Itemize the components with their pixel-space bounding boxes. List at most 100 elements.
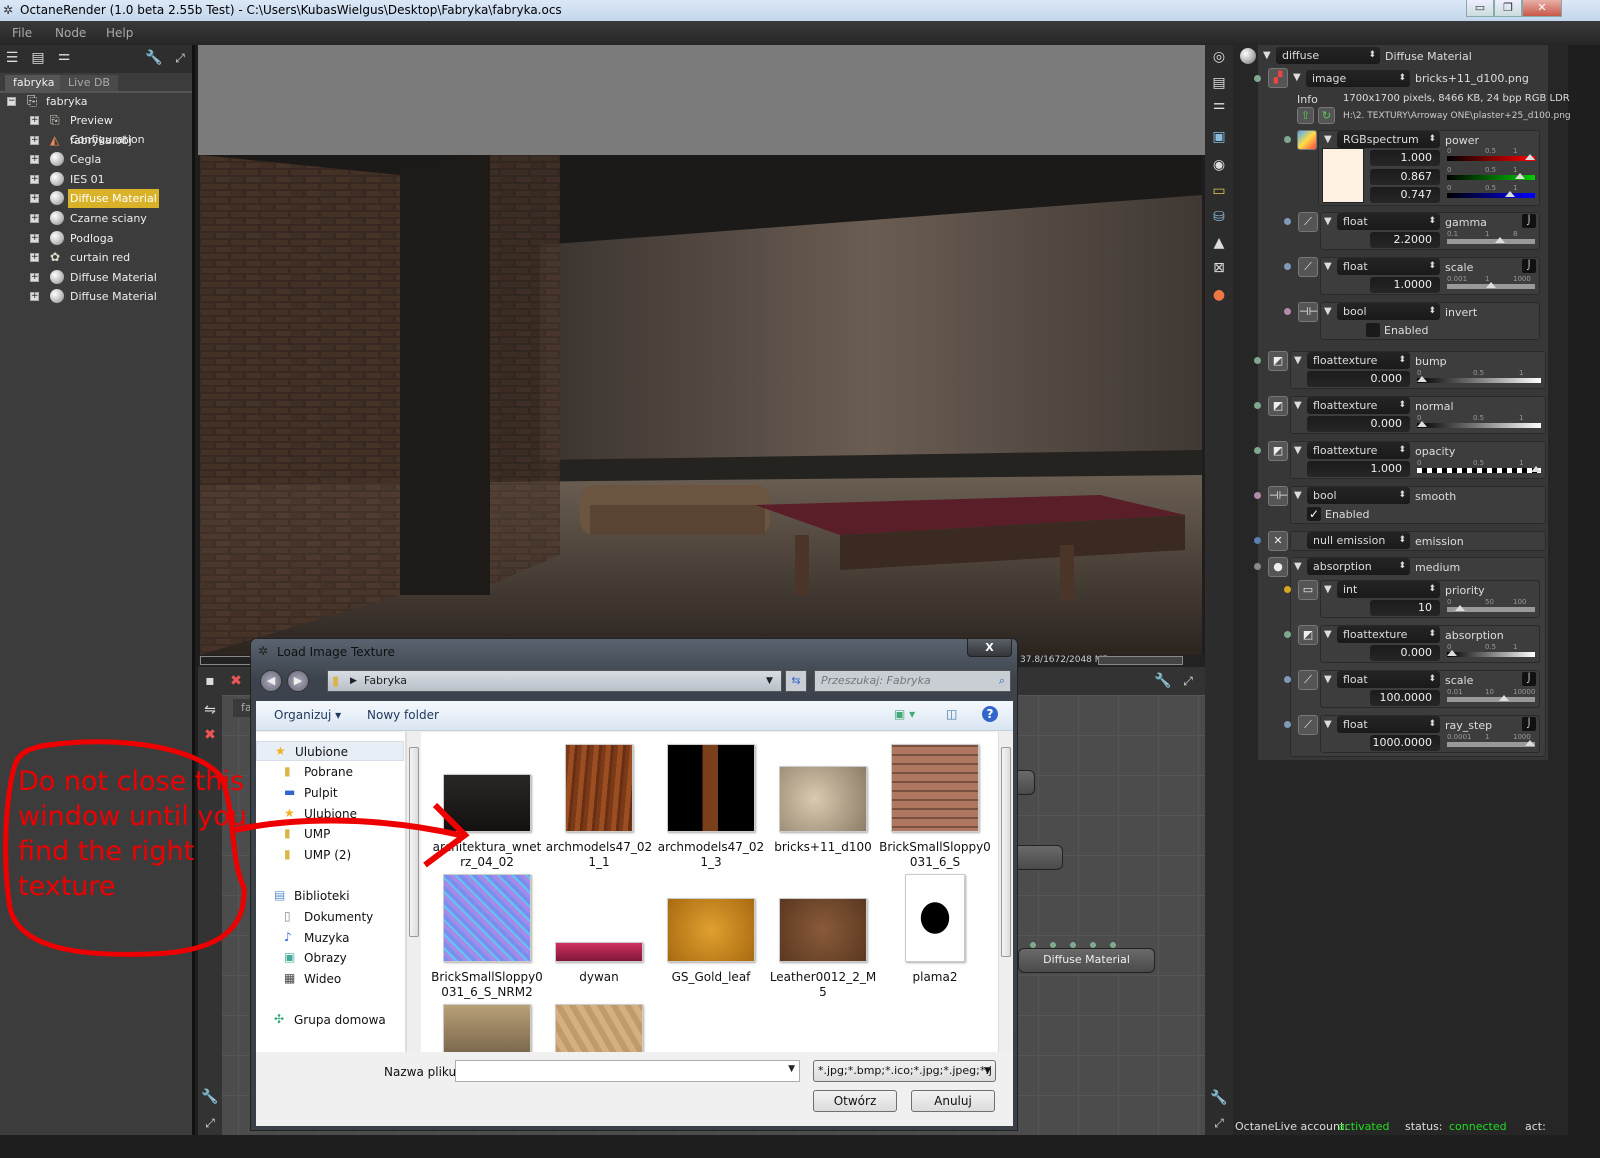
imager-icon[interactable]: ⛁ (1209, 207, 1229, 227)
param-value-field[interactable]: 0.000 (1370, 645, 1440, 661)
expand-icon[interactable]: + (30, 135, 39, 145)
value-slider[interactable]: 0 0.5 1 (1447, 184, 1535, 198)
value-slider[interactable]: 0 0.5 1 (1417, 414, 1541, 428)
slider-track[interactable] (1447, 239, 1535, 244)
param-value-field[interactable]: 1.000 (1307, 461, 1410, 477)
float-type-icon[interactable]: ⟋ (1298, 670, 1318, 690)
slider-handle[interactable] (1531, 466, 1541, 472)
curve-toggle-icon[interactable]: ⌡ (1522, 214, 1536, 228)
pin-dot[interactable] (1254, 563, 1261, 570)
render-viewport[interactable] (200, 155, 1202, 655)
pin-dot[interactable] (1284, 586, 1291, 593)
param-value-field[interactable]: 0.000 (1307, 371, 1410, 387)
camera-icon[interactable]: ◉ (1209, 155, 1229, 175)
tree-item[interactable]: + ⎘ Preview Configuration (0, 111, 192, 146)
change-view-icon[interactable]: ▣ ▾ (894, 707, 915, 721)
tree-item[interactable]: + Podloga (0, 229, 192, 248)
expand-icon[interactable]: + (30, 233, 39, 243)
pin-dot[interactable] (1254, 402, 1261, 409)
floattexture-type-icon[interactable]: ◩ (1268, 351, 1288, 371)
dialog-close-button[interactable]: X (967, 639, 1012, 657)
tree-item[interactable]: + ◭ fabryka.obj (0, 131, 192, 150)
camera-settings-icon[interactable]: ◎ (1209, 47, 1229, 67)
pin-dot[interactable] (1284, 631, 1291, 638)
help-icon[interactable]: ? (982, 706, 998, 722)
file-type-filter[interactable]: *.jpg;*.bmp;*.ico;*.jpg;*.jpeg;*.j ▼ (813, 1060, 996, 1082)
file-item[interactable]: archmodels47_021_1 (543, 740, 655, 870)
collapse-triangle-icon[interactable]: ▼ (1324, 719, 1332, 730)
nav-item[interactable]: ▤ Biblioteki (256, 886, 404, 906)
slider-handle[interactable] (1454, 605, 1465, 611)
slider-track[interactable] (1447, 652, 1535, 657)
collapse-triangle-icon[interactable]: ▼ (1324, 629, 1332, 640)
value-slider[interactable]: 0 0.5 1 (1417, 369, 1541, 383)
stop-render-icon[interactable]: ✖ (226, 671, 246, 691)
kernel-icon[interactable]: ▭ (1209, 181, 1229, 201)
tree-item[interactable]: + ✿ curtain red (0, 248, 192, 267)
windows-icon[interactable]: ▤ (1209, 73, 1229, 93)
color-swatch[interactable] (1322, 148, 1364, 203)
pin-dot[interactable] (1284, 136, 1291, 143)
address-bar[interactable]: ▮ ▶ Fabryka ▼ (327, 670, 782, 692)
graph-node[interactable] (1013, 845, 1063, 870)
nav-scrollbar[interactable] (406, 732, 420, 1052)
int-type-icon[interactable]: ▭ (1298, 580, 1318, 600)
maximize-icon[interactable]: ⤢ (1178, 671, 1198, 691)
menu-file[interactable]: File (12, 26, 32, 40)
tree-item[interactable]: + IES 01 (0, 170, 192, 189)
tab-fabryka[interactable]: fabryka (5, 75, 63, 91)
param-type-dropdown[interactable]: float ⬍ (1337, 671, 1440, 688)
expand-icon[interactable]: + (30, 253, 39, 263)
slider-handle[interactable] (1499, 695, 1510, 701)
tree-item[interactable]: + Diffuse Material (0, 287, 192, 306)
pin-dot[interactable] (1254, 447, 1261, 454)
forward-button[interactable]: ▶ (287, 670, 309, 692)
slider-handle[interactable] (1495, 237, 1506, 243)
collapse-triangle-icon[interactable]: ▼ (1294, 490, 1302, 501)
param-value-field[interactable]: 10 (1370, 600, 1440, 616)
wrench-icon[interactable]: 🔧 (144, 48, 164, 68)
value-slider[interactable]: 0 0.5 1 (1447, 643, 1535, 657)
wrench-icon[interactable]: 🔧 (1153, 671, 1173, 691)
value-slider[interactable]: 0.001 1 1000 (1447, 275, 1535, 289)
wrench-icon[interactable]: 🔧 (200, 1087, 220, 1107)
slider-track[interactable] (1447, 156, 1535, 161)
param-value-field[interactable]: 0.000 (1307, 416, 1410, 432)
align-icon[interactable]: ⚌ (1209, 95, 1229, 115)
slider-handle[interactable] (1486, 282, 1496, 288)
address-dropdown-icon[interactable]: ▼ (766, 671, 773, 691)
slider-handle[interactable] (1447, 650, 1457, 656)
expand-icon[interactable]: + (30, 194, 39, 204)
collapse-triangle-icon[interactable]: ▼ (1324, 261, 1332, 272)
power-value-field[interactable]: 0.747 (1370, 187, 1440, 203)
search-input[interactable]: Przeszukaj: Fabryka ⌕ (814, 670, 1011, 692)
pin-dot[interactable] (1284, 721, 1291, 728)
collapse-triangle-icon[interactable]: ▼ (1324, 216, 1332, 227)
curve-toggle-icon[interactable]: ⌡ (1522, 259, 1536, 273)
menu-help[interactable]: Help (106, 26, 133, 40)
param-type-dropdown[interactable]: absorption ⬍ (1307, 558, 1410, 575)
pin-dot[interactable] (1254, 537, 1261, 544)
enabled-checkbox[interactable] (1366, 323, 1380, 337)
close-window-button[interactable]: ✕ (1522, 0, 1562, 17)
organize-button[interactable]: Organizuj ▾ (274, 708, 341, 722)
expand-icon[interactable]: + (30, 292, 39, 302)
value-slider[interactable]: 0 0.5 1 (1417, 459, 1541, 473)
file-item[interactable]: dywan (543, 870, 655, 1000)
rgb-spectrum-icon[interactable] (1297, 130, 1317, 150)
texture-type-dropdown[interactable]: image ⬍ (1306, 70, 1410, 87)
collapse-triangle-icon[interactable]: ▼ (1324, 674, 1332, 685)
value-slider[interactable]: 0.01 10 10000 (1447, 688, 1535, 702)
nav-item[interactable]: ▮ Pobrane (256, 762, 404, 782)
reload-texture-button[interactable]: ↻ (1318, 107, 1335, 124)
param-type-dropdown[interactable]: floattexture ⬍ (1337, 626, 1440, 643)
floattexture-type-icon[interactable]: ◩ (1268, 396, 1288, 416)
cancel-button[interactable]: Anuluj (911, 1090, 995, 1112)
bool-type-icon[interactable]: ⊣⊢ (1268, 486, 1288, 506)
float-type-icon[interactable]: ⟋ (1298, 715, 1318, 735)
collapse-triangle-icon[interactable]: ▼ (1263, 50, 1271, 61)
power-value-field[interactable]: 1.000 (1370, 150, 1440, 166)
collapse-triangle-icon[interactable]: ▼ (1293, 72, 1301, 83)
file-item[interactable]: BrickSmallSloppy0031_6_S (879, 740, 991, 870)
align-icon[interactable]: ⚌ (54, 46, 74, 66)
